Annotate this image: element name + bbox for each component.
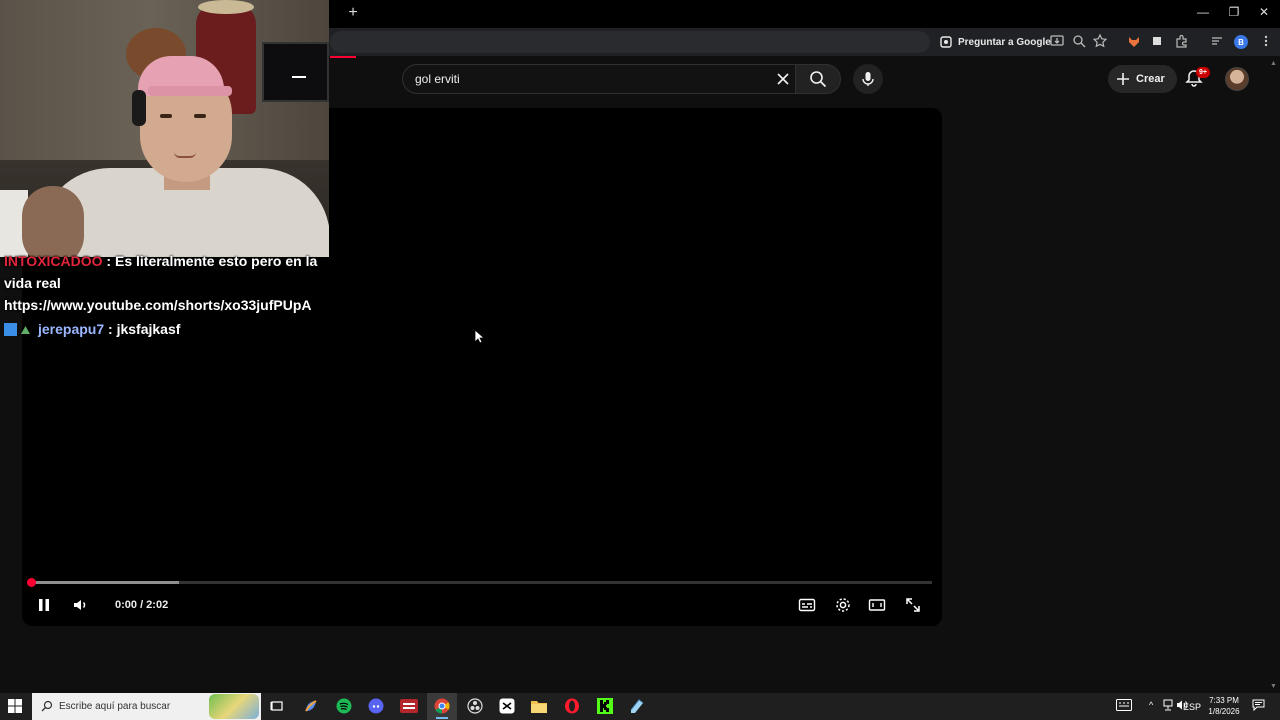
task-view-icon[interactable] (267, 696, 287, 716)
sub-badge-icon (4, 323, 17, 336)
headset (132, 90, 146, 126)
chat-username: jerepapu7 (38, 321, 105, 337)
volume-icon (74, 600, 86, 610)
active-app-indicator (436, 717, 448, 719)
search-highlight-art (209, 694, 259, 719)
background-monitor (262, 42, 329, 102)
theater-mode-button[interactable] (867, 596, 887, 614)
taskbar-clock[interactable]: 7:33 PM 1/8/2026 (1204, 695, 1244, 717)
clock-time: 7:33 PM (1209, 696, 1239, 705)
user-avatar[interactable] (1225, 67, 1249, 91)
copilot-icon[interactable] (301, 696, 321, 716)
notes-app-icon[interactable] (627, 696, 647, 716)
minimize-button[interactable]: — (1193, 5, 1213, 19)
seek-handle[interactable] (27, 578, 36, 587)
subtitles-button[interactable] (797, 596, 817, 614)
create-button[interactable]: Crear (1108, 65, 1177, 93)
browser-profile-avatar[interactable]: B (1234, 35, 1248, 49)
user-badge-icon (21, 326, 30, 334)
gear-icon (836, 598, 850, 612)
ask-google-button[interactable]: Preguntar a Google (940, 31, 1051, 53)
search-icon (41, 700, 53, 712)
address-bar[interactable] (330, 31, 930, 53)
tray-overflow-chevron-icon[interactable]: ^ (1149, 700, 1153, 710)
time-display: 0:00 / 2:02 (115, 599, 169, 611)
browser-menu-icon[interactable] (1258, 33, 1274, 49)
fullscreen-button[interactable] (903, 596, 923, 614)
clear-search-icon[interactable] (775, 71, 791, 87)
windows-start-icon[interactable] (8, 699, 22, 713)
lens-icon (940, 36, 952, 48)
microphone-icon (862, 72, 874, 86)
page-scroll-up-icon[interactable]: ▲ (1270, 60, 1277, 67)
taskbar-search-placeholder: Escribe aquí para buscar (59, 701, 171, 712)
clock-date: 1/8/2026 (1208, 707, 1240, 716)
subtitles-icon (798, 598, 816, 612)
kick-icon[interactable] (595, 696, 615, 716)
close-window-button[interactable]: ✕ (1254, 5, 1274, 19)
search-button[interactable] (795, 64, 841, 94)
obs-icon[interactable] (465, 696, 485, 716)
voice-search-button[interactable] (853, 64, 883, 94)
chat-username: INTOXICADOO (4, 253, 103, 269)
network-icon[interactable] (1163, 699, 1173, 713)
chat-overlay: INTOXICADOO : Es literalmente esto pero … (4, 250, 334, 340)
webcam-overlay (0, 0, 329, 257)
extension-fox-icon[interactable] (1126, 33, 1142, 49)
seek-buffered (32, 581, 179, 584)
extensions-icon[interactable] (1174, 33, 1190, 49)
fullscreen-icon (906, 598, 920, 612)
settings-button[interactable] (833, 596, 853, 614)
keyboard-layout-icon[interactable] (1116, 699, 1132, 713)
search-icon (810, 71, 827, 88)
chat-separator: : (104, 321, 117, 337)
page-load-progress (330, 56, 356, 58)
extension-puzzle-piece-icon[interactable] (1149, 33, 1165, 49)
zoom-icon[interactable] (1071, 33, 1087, 49)
theater-mode-icon (868, 599, 886, 611)
reading-list-icon[interactable] (1209, 33, 1225, 49)
create-button-label: Crear (1136, 73, 1165, 85)
bookmark-star-icon[interactable] (1092, 33, 1108, 49)
mouse-cursor-icon (474, 329, 484, 344)
file-explorer-icon[interactable] (529, 696, 549, 716)
new-tab-button[interactable]: + (346, 4, 360, 22)
chat-message: INTOXICADOO : Es literalmente esto pero … (4, 250, 334, 316)
volume-button[interactable] (71, 596, 91, 614)
chat-separator: : (102, 253, 115, 269)
discord-icon[interactable] (366, 696, 386, 716)
search-input[interactable]: gol erviti (402, 64, 795, 94)
notifications-badge: 9+ (1196, 67, 1210, 78)
screen: ‹ + — ❐ ✕ Preguntar a Google B gol ervit… (0, 0, 1280, 720)
opera-icon[interactable] (562, 696, 582, 716)
ask-google-label: Preguntar a Google (958, 36, 1051, 48)
search-query-text: gol erviti (415, 72, 460, 86)
install-app-icon[interactable] (1049, 33, 1065, 49)
pause-button[interactable] (34, 596, 54, 614)
voicemeeter-icon[interactable] (399, 696, 419, 716)
capcut-icon[interactable] (497, 696, 517, 716)
pause-icon (39, 599, 49, 611)
taskbar-search-input[interactable]: Escribe aquí para buscar (32, 693, 261, 720)
chrome-icon[interactable] (432, 696, 452, 716)
plus-icon (1117, 73, 1129, 85)
notification-center-icon[interactable] (1252, 699, 1265, 713)
language-indicator[interactable]: ESP (1183, 702, 1201, 712)
spotify-icon[interactable] (334, 696, 354, 716)
restore-button[interactable]: ❐ (1224, 5, 1244, 19)
chat-message: jerepapu7 : jksfajkasf (4, 318, 334, 340)
streamer-tattooed-arm (22, 186, 84, 257)
chat-text: jksfajkasf (116, 321, 181, 337)
page-scroll-down-icon[interactable]: ▼ (1270, 683, 1277, 690)
